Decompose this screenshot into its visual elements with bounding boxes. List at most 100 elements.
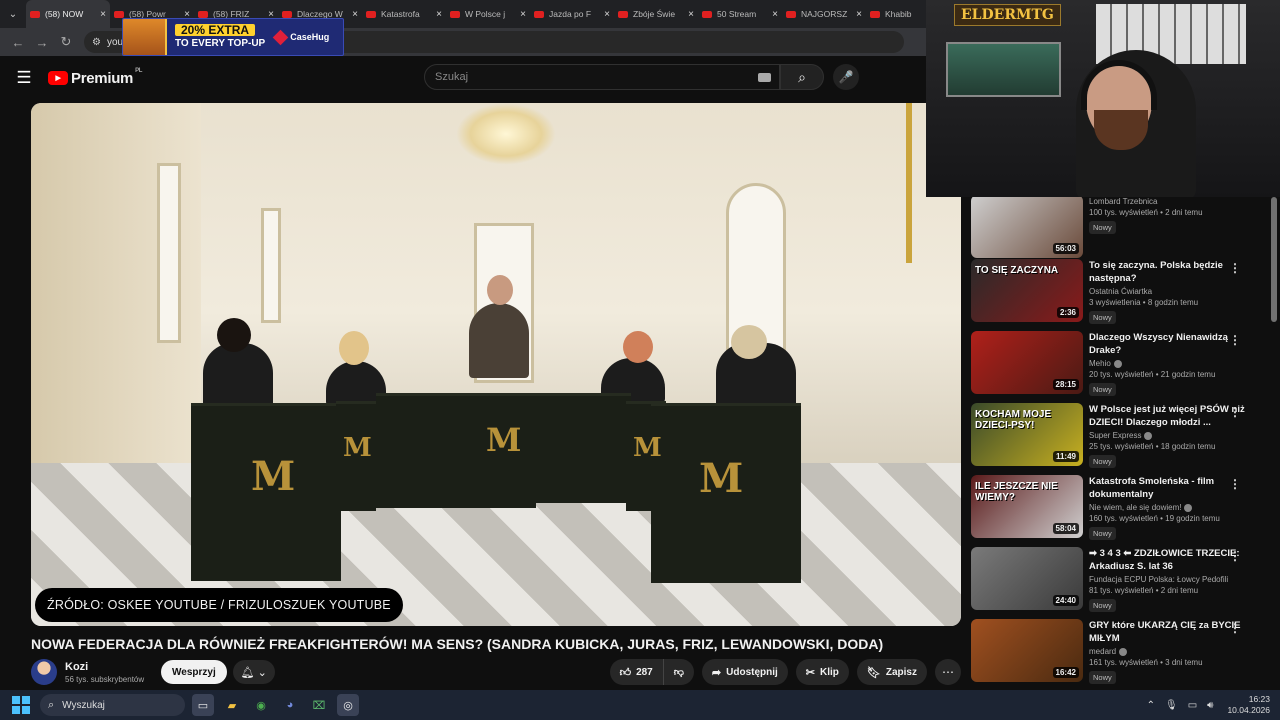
- recommended-video[interactable]: TO SIĘ ZACZYNA 2:36 To się zaczyna. Polska…: [971, 259, 1271, 324]
- video-thumbnail[interactable]: TO SIĘ ZACZYNA 2:36: [971, 259, 1083, 322]
- channel-name[interactable]: Fundacja ECPU Polska: Łowcy Pedofili: [1089, 575, 1228, 584]
- video-thumbnail[interactable]: ILE JESZCZE NIE WIEMY? 58:04: [971, 475, 1083, 538]
- speaker-icon[interactable]: 🔊︎: [1207, 700, 1213, 711]
- verified-icon: [1119, 647, 1128, 656]
- video-title[interactable]: Dlaczego Wszyscy Nienawidzą Drake?: [1089, 331, 1249, 357]
- recommendations-scrollbar[interactable]: [1271, 197, 1277, 322]
- person-head: [731, 325, 767, 359]
- video-meta: 81 tys. wyświetleń • 2 dni temu: [1089, 586, 1199, 595]
- network-icon[interactable]: ▭: [1188, 700, 1197, 711]
- browser-tab[interactable]: Katastrofa ×: [362, 0, 446, 28]
- more-vert-icon[interactable]: ⋮: [1229, 333, 1241, 347]
- video-meta: 161 tys. wyświetleń • 3 dni temu: [1089, 658, 1203, 667]
- file-explorer-icon[interactable]: ▰: [221, 694, 243, 716]
- stream-ad-banner: 20% EXTRA TO EVERY TOP-UP CaseHug: [122, 18, 344, 56]
- close-tab-icon[interactable]: ×: [520, 9, 526, 20]
- browser-tab[interactable]: NAJGORSZ ×: [782, 0, 866, 28]
- more-vert-icon[interactable]: ⋮: [1229, 621, 1241, 635]
- app-icon[interactable]: ⌧: [308, 694, 330, 716]
- share-button[interactable]: ➦ Udostępnij: [701, 659, 788, 685]
- close-tab-icon[interactable]: ×: [856, 9, 862, 20]
- discord-icon[interactable]: ◕: [279, 694, 301, 716]
- close-tab-icon[interactable]: ×: [604, 9, 610, 20]
- recommended-video[interactable]: ILE JESZCZE NIE WIEMY? 58:04 Katastrofa Sm…: [971, 475, 1271, 540]
- video-title[interactable]: ➡ 3 4 3 ⬅ ZDZIŁOWICE TRZECIE: Arkadiusz …: [1089, 547, 1249, 573]
- channel-avatar[interactable]: [31, 659, 57, 685]
- youtube-favicon-icon: [870, 10, 880, 18]
- recommendations-list: 56:03 Lombard Trzebnica 100 tys. wyświetle…: [971, 197, 1271, 690]
- more-vert-icon[interactable]: ⋮: [1229, 261, 1241, 275]
- new-badge: Nowy: [1089, 527, 1116, 540]
- forward-icon[interactable]: →: [30, 35, 54, 50]
- like-dislike-group: 👍︎ 287 👎︎: [609, 659, 694, 685]
- keyboard-icon[interactable]: [758, 73, 771, 82]
- youtube-favicon-icon: [534, 10, 544, 18]
- video-title[interactable]: Katastrofa Smoleńska - film dokumentalny: [1089, 475, 1249, 501]
- tab-search-button[interactable]: ⌄: [0, 0, 26, 28]
- channel-row: medard: [1089, 647, 1249, 656]
- search-input[interactable]: Szukaj: [424, 64, 780, 90]
- reload-icon[interactable]: ↻: [54, 34, 78, 50]
- desk-emblem-icon: M: [699, 455, 744, 502]
- channel-name[interactable]: Nie wiem, ale się dowiem!: [1089, 503, 1181, 512]
- channel-name[interactable]: medard: [1089, 647, 1116, 656]
- channel-name[interactable]: Ostatnia Ćwiartka: [1089, 287, 1152, 296]
- more-vert-icon[interactable]: ⋮: [1229, 405, 1241, 419]
- clock[interactable]: 16:23 10.04.2026: [1227, 694, 1270, 716]
- clip-button[interactable]: ✂ Klip: [795, 659, 849, 685]
- more-vert-icon[interactable]: ⋮: [1229, 477, 1241, 491]
- recommended-video[interactable]: 24:40 ➡ 3 4 3 ⬅ ZDZIŁOWICE TRZECIE: Arkad…: [971, 547, 1271, 612]
- browser-tab[interactable]: 50 Stream ×: [698, 0, 782, 28]
- channel-name[interactable]: Lombard Trzebnica: [1089, 197, 1157, 206]
- browser-tab[interactable]: W Polsce j ×: [446, 0, 530, 28]
- close-tab-icon[interactable]: ×: [436, 9, 442, 20]
- video-title[interactable]: W Polsce jest już więcej PSÓW niż DZIECI…: [1089, 403, 1249, 429]
- site-info-icon[interactable]: ⚙: [92, 37, 101, 48]
- search-button[interactable]: ⌕: [780, 64, 824, 90]
- new-badge: Nowy: [1089, 671, 1116, 684]
- back-icon[interactable]: ←: [6, 35, 30, 50]
- menu-icon[interactable]: ☰: [0, 68, 48, 88]
- more-actions-button[interactable]: ⋯: [935, 659, 961, 685]
- video-thumbnail[interactable]: 28:15: [971, 331, 1083, 394]
- chevron-up-icon[interactable]: ⌃: [1147, 700, 1155, 711]
- video-thumbnail[interactable]: 16:42: [971, 619, 1083, 682]
- task-view-icon[interactable]: ▭: [192, 694, 214, 716]
- video-title[interactable]: GRY które UKARZĄ CIĘ za BYCIE MIŁYM: [1089, 619, 1249, 645]
- taskbar-search[interactable]: ⌕ Wyszukaj: [40, 694, 185, 716]
- obs-icon[interactable]: ◎: [337, 694, 359, 716]
- video-player[interactable]: M M M M M ŹRÓDŁO: OSKEE YOUTUBE / FRIZUL…: [31, 103, 961, 626]
- browser-tab[interactable]: (58) NOW ×: [26, 0, 110, 28]
- youtube-favicon-icon: [114, 10, 124, 18]
- browser-tab[interactable]: Jazda po F ×: [530, 0, 614, 28]
- windows-start-icon[interactable]: [12, 696, 30, 714]
- close-tab-icon[interactable]: ×: [688, 9, 694, 20]
- video-title[interactable]: To się zaczyna. Polska będzie następna?: [1089, 259, 1249, 285]
- save-button[interactable]: 🔖︎ Zapisz: [856, 659, 927, 685]
- recommended-video[interactable]: 16:42 GRY które UKARZĄ CIĘ za BYCIE MIŁYM…: [971, 619, 1271, 684]
- recommended-video[interactable]: 56:03 Lombard Trzebnica 100 tys. wyświetle…: [971, 197, 1271, 259]
- video-thumbnail[interactable]: KOCHAM MOJE DZIECI-PSY! 11:49: [971, 403, 1083, 466]
- more-vert-icon[interactable]: ⋮: [1229, 549, 1241, 563]
- video-info: W Polsce jest już więcej PSÓW niż DZIECI…: [1089, 403, 1249, 469]
- recommended-video[interactable]: 28:15 Dlaczego Wszyscy Nienawidzą Drake? M…: [971, 331, 1271, 396]
- chrome-icon[interactable]: ◉: [250, 694, 272, 716]
- dislike-button[interactable]: 👎︎: [664, 659, 694, 685]
- youtube-logo[interactable]: ▶ Premium PL: [48, 68, 142, 87]
- voice-search-button[interactable]: 🎤: [833, 64, 859, 90]
- video-thumbnail[interactable]: 24:40: [971, 547, 1083, 610]
- recommended-video[interactable]: KOCHAM MOJE DZIECI-PSY! 11:49 W Polsce jes…: [971, 403, 1271, 469]
- join-button[interactable]: Wesprzyj: [161, 660, 227, 684]
- ad-subline: TO EVERY TOP-UP: [175, 38, 266, 49]
- like-button[interactable]: 👍︎ 287: [610, 659, 664, 685]
- close-tab-icon[interactable]: ×: [352, 9, 358, 20]
- channel-name[interactable]: Super Express: [1089, 431, 1141, 440]
- close-tab-icon[interactable]: ×: [772, 9, 778, 20]
- close-tab-icon[interactable]: ×: [100, 9, 106, 20]
- notification-bell-button[interactable]: 🔔︎ ⌄: [232, 660, 275, 684]
- browser-tab[interactable]: Zbóje Świe ×: [614, 0, 698, 28]
- video-thumbnail[interactable]: 56:03: [971, 197, 1083, 258]
- microphone-icon[interactable]: 🎙︎: [1165, 700, 1178, 711]
- channel-name[interactable]: Mehio: [1089, 359, 1111, 368]
- channel-name[interactable]: Kozi: [65, 661, 153, 673]
